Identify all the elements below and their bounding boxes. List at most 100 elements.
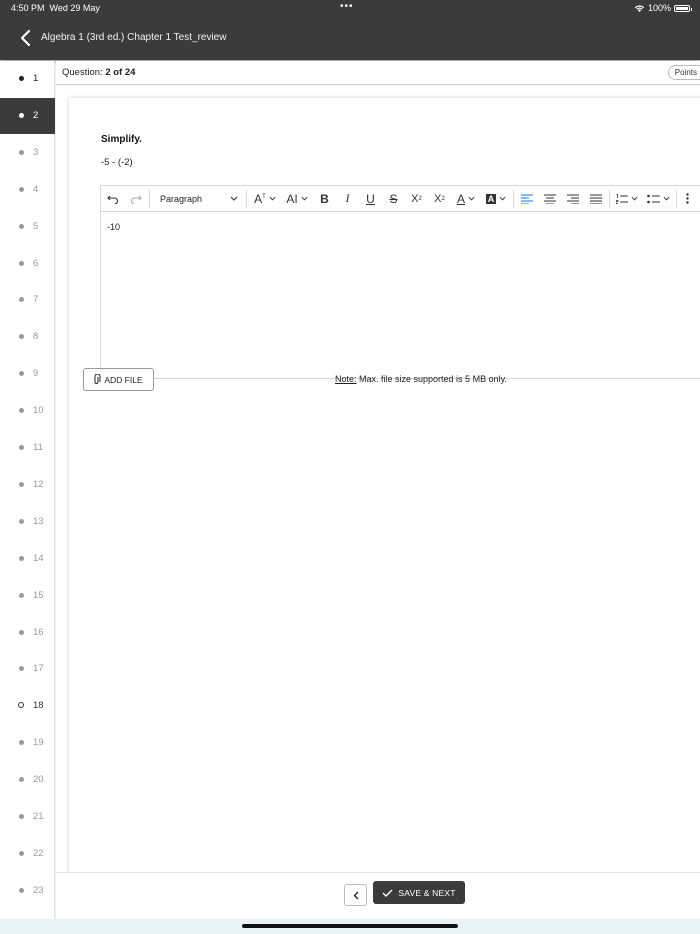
question-nav-item[interactable]: 22 [0,836,55,872]
question-nav-item[interactable]: 17 [0,651,55,687]
question-status-dot [19,223,24,229]
font-size-icon: AT [254,191,266,206]
question-nav-item[interactable]: 16 [0,615,55,651]
multitasking-dots[interactable]: ••• [340,1,354,12]
question-expression: -5 - (-2) [101,157,133,168]
bulleted-list-icon [646,194,660,203]
question-nav-item[interactable]: 8 [0,319,55,355]
strikethrough-icon[interactable]: S [382,186,405,212]
align-left-icon[interactable] [516,186,538,212]
question-nav-item[interactable]: 13 [0,504,55,540]
back-arrow-icon[interactable] [16,28,36,48]
underline-icon[interactable]: U [359,186,382,212]
font-family-dropdown[interactable]: AΙ [281,186,313,212]
question-nav-item[interactable]: 11 [0,430,55,466]
question-status-dot [19,112,24,118]
save-and-next-button[interactable]: SAVE & NEXT [373,881,465,904]
chevron-down-icon [269,196,276,201]
note-text: Max. file size supported is 5 MB only. [356,374,507,384]
question-progress: Question: 2 of 24 [62,67,136,78]
question-nav-item[interactable]: 7 [0,282,55,318]
question-status-dot [19,740,24,746]
font-color-dropdown[interactable]: A [451,186,481,212]
question-status-dot [19,555,24,561]
question-nav-item[interactable]: 5 [0,209,55,245]
toolbar-divider [609,189,610,208]
undo-icon[interactable] [101,186,124,212]
question-status-dot [19,887,24,893]
question-nav-item[interactable]: 1 [0,61,55,97]
question-number: 13 [33,515,44,527]
chevron-down-icon [468,196,475,201]
toolbar-divider [676,189,677,208]
question-nav-item[interactable]: 23 [0,873,55,909]
question-number: 9 [33,368,39,380]
app-bar: Algebra 1 (3rd ed.) Chapter 1 Test_revie… [0,17,700,60]
question-nav-item[interactable]: 10 [0,393,55,429]
numbered-list-dropdown[interactable] [612,186,642,212]
question-number: 7 [33,294,39,306]
align-center-icon[interactable] [538,186,561,212]
paperclip-icon [94,374,101,384]
points-badge[interactable]: Points [667,65,700,80]
question-status-dot [19,408,24,414]
subscript-icon[interactable]: X2 [405,186,428,212]
chevron-down-icon [301,196,308,201]
question-number: 12 [33,478,44,490]
question-nav-item[interactable]: 14 [0,541,55,577]
bold-icon[interactable]: B [313,186,336,212]
align-justify-icon[interactable] [584,186,607,212]
answer-text[interactable]: -10 [107,222,120,232]
previous-question-button[interactable] [344,884,367,906]
question-status-dot [18,702,24,709]
question-nav-item[interactable]: 9 [0,356,55,392]
question-card: Simplify. -5 - (-2) Paragraph AT AΙ B I … [69,98,700,872]
highlight-icon: A [485,193,497,204]
question-number: 10 [33,405,44,417]
question-number: 11 [33,442,43,453]
home-indicator[interactable] [242,924,458,928]
question-number: 19 [33,737,44,749]
question-nav-item[interactable]: 21 [0,799,55,835]
file-size-note: Note: Max. file size supported is 5 MB o… [335,374,507,384]
question-status-dot [19,777,24,783]
more-icon[interactable] [679,186,695,212]
block-format-dropdown[interactable]: Paragraph [152,186,244,212]
question-header: Question: 2 of 24 Points [56,61,700,85]
question-nav-item[interactable]: 19 [0,725,55,761]
question-status-dot [19,186,24,192]
question-nav-item[interactable]: 15 [0,578,55,614]
question-status-dot [19,445,24,450]
question-nav-item[interactable]: 3 [0,135,55,171]
redo-icon[interactable] [124,186,147,212]
highlight-dropdown[interactable]: A [481,186,511,212]
question-number: 23 [33,884,44,896]
superscript-icon[interactable]: X2 [428,186,451,212]
question-status-dot [19,518,24,524]
font-color-icon: A [456,191,465,206]
chevron-down-icon [631,196,638,201]
question-status-dot [19,850,24,856]
wifi-icon [634,5,645,12]
question-nav-item[interactable]: 20 [0,762,55,798]
add-file-button[interactable]: ADD FILE [83,368,154,391]
question-nav-item[interactable]: 18 [0,688,55,724]
note-prefix: Note: [335,374,357,384]
question-nav-item[interactable]: 6 [0,246,55,282]
align-right-icon[interactable] [561,186,584,212]
question-nav-item[interactable]: 2 [0,97,55,134]
question-number: 21 [33,811,44,822]
question-number: 3 [33,146,39,158]
question-nav-item[interactable]: 12 [0,467,55,503]
question-status-dot [19,149,24,155]
italic-icon[interactable]: I [336,186,359,212]
question-instruction: Simplify. [101,134,142,145]
bulleted-list-dropdown[interactable] [642,186,674,212]
rich-text-editor[interactable]: Paragraph AT AΙ B I U S X2 X2 A A -10 [100,185,700,379]
question-navigator: 1 2 3 4 5 6 7 8 9 10 11 12 13 14 15 16 17 18 19 20 21 22 23 [0,61,55,919]
question-status-dot [19,629,24,635]
question-number: 4 [33,183,39,195]
chevron-down-icon [663,196,669,201]
font-size-dropdown[interactable]: AT [249,186,281,212]
question-nav-item[interactable]: 4 [0,172,55,208]
